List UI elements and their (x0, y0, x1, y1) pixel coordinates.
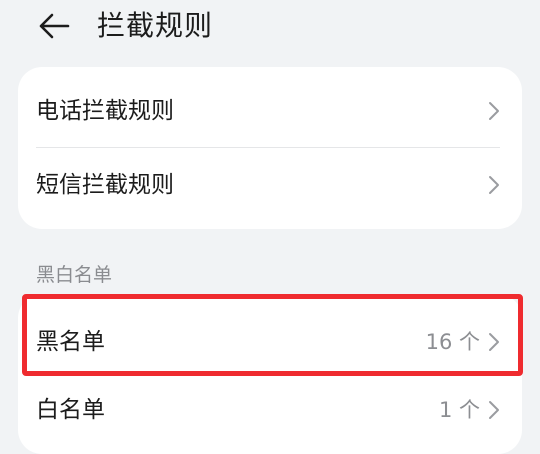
sms-block-rules-item[interactable]: 短信拦截规则 (18, 149, 522, 221)
blacklist-label: 黑名单 (36, 329, 105, 355)
rules-card: 电话拦截规则 短信拦截规则 (18, 67, 522, 229)
chevron-right-icon (489, 102, 499, 120)
chevron-right-icon (489, 333, 499, 351)
call-block-rules-item[interactable]: 电话拦截规则 (18, 75, 522, 147)
whitelist-count: 1 个 (438, 398, 480, 422)
divider (36, 147, 500, 148)
arrow-left-icon (39, 13, 70, 39)
blacklist-count: 16 个 (425, 330, 480, 354)
app-header: 拦截规则 (0, 0, 540, 52)
whitelist-label: 白名单 (36, 397, 105, 423)
page-title: 拦截规则 (97, 9, 214, 42)
back-button[interactable] (32, 6, 76, 46)
sms-block-rules-label: 短信拦截规则 (36, 172, 174, 198)
chevron-right-icon (489, 176, 499, 194)
chevron-right-icon (489, 401, 499, 419)
blacklist-item[interactable]: 黑名单 16 个 (18, 306, 522, 378)
call-block-rules-label: 电话拦截规则 (36, 98, 174, 124)
black-white-list-card: 黑名单 16 个 白名单 1 个 (18, 294, 522, 454)
section-title-black-white-list: 黑白名单 (36, 264, 113, 286)
whitelist-item[interactable]: 白名单 1 个 (18, 374, 522, 446)
